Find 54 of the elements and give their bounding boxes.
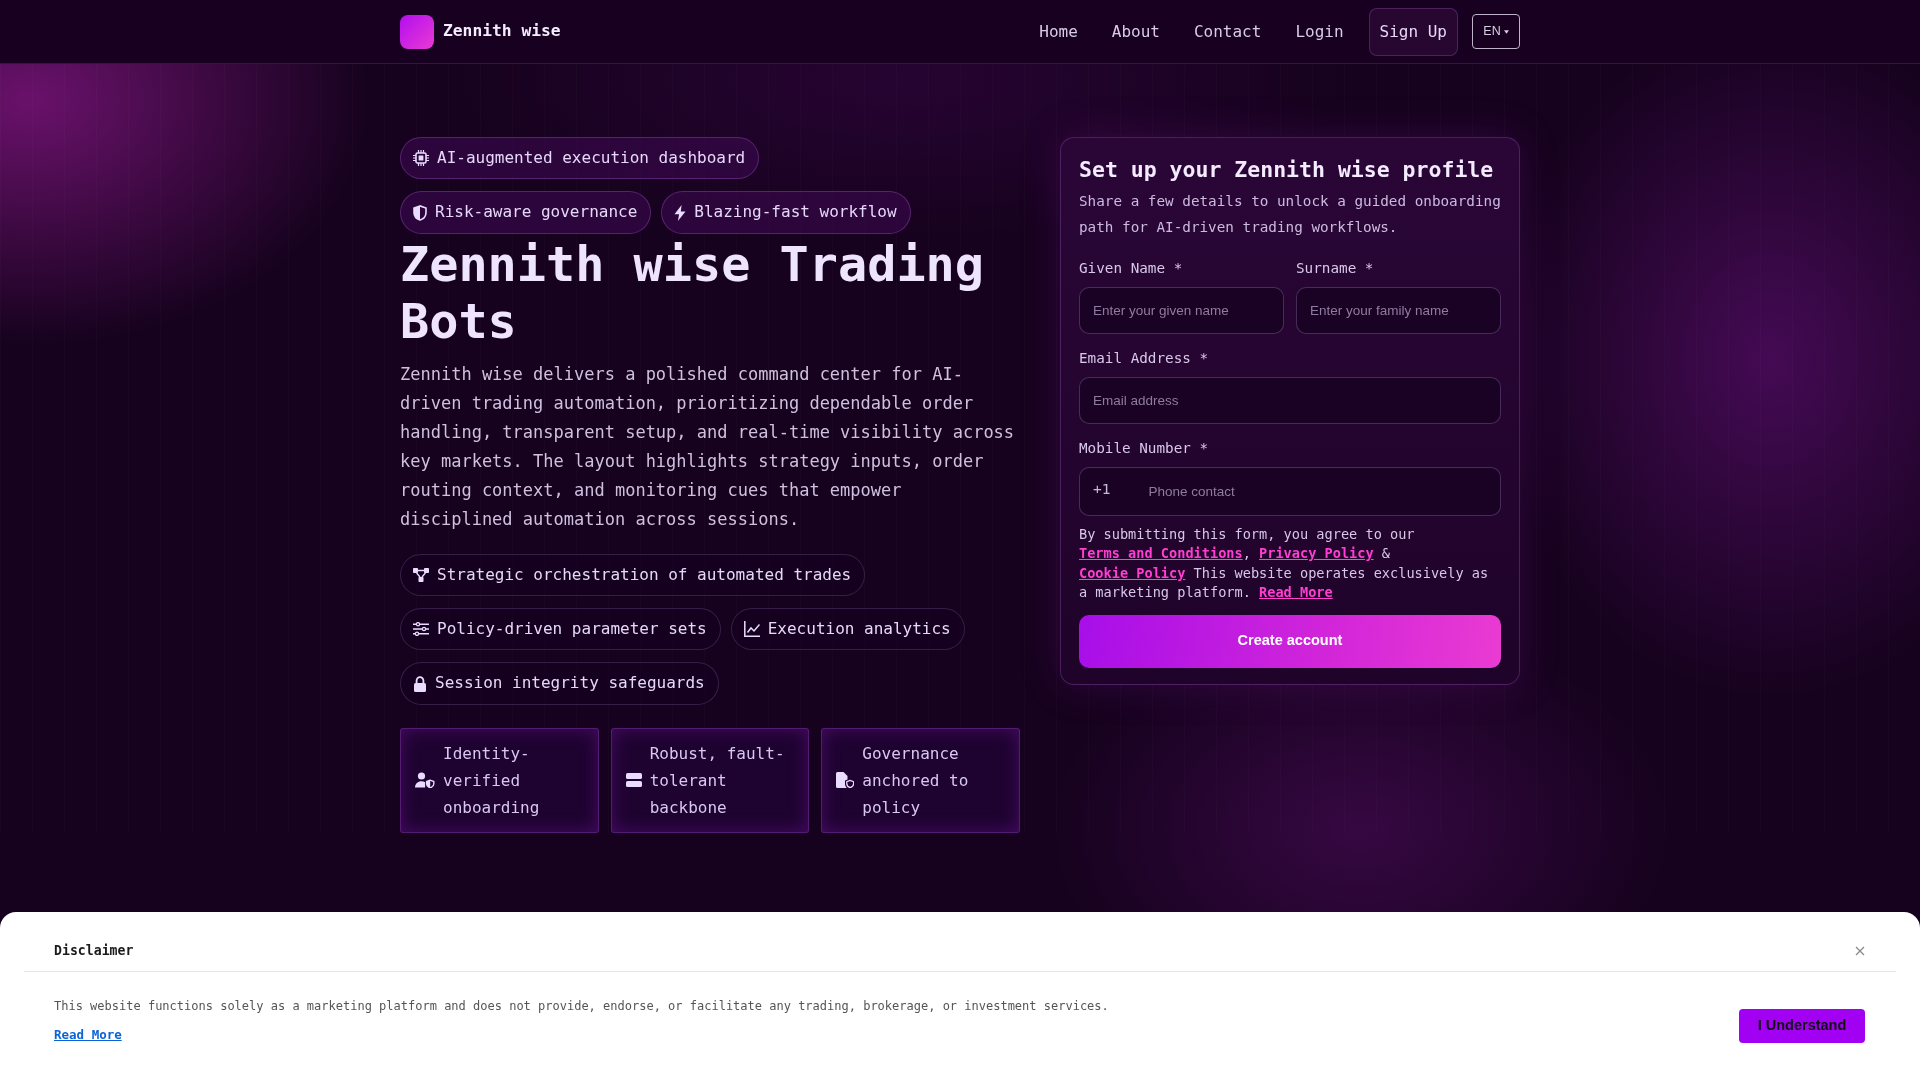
- lock-icon: [413, 675, 427, 692]
- lightning-icon: [674, 204, 687, 221]
- feature-label: Policy-driven parameter sets: [437, 617, 707, 640]
- document-shield-icon: [836, 772, 855, 789]
- nav-link[interactable]: About: [1106, 11, 1165, 52]
- form-title: Set up your Zennith wise profile: [1079, 156, 1495, 184]
- nav-link[interactable]: Login: [1290, 11, 1349, 52]
- hero-tag-label: AI-augmented execution dashboard: [437, 147, 746, 169]
- consent-link[interactable]: Privacy Policy: [1259, 545, 1374, 562]
- field-label: Email Address *: [1079, 349, 1210, 369]
- form-subtitle: Share a few details to unlock a guided onboarding path for AI-driven trading workflows.: [1079, 191, 1501, 237]
- user-shield-icon: [415, 772, 435, 789]
- input-field[interactable]: Enter your given name: [1079, 287, 1284, 335]
- disclaimer-text: This website functions solely as a marketing platform and does not provide, endorse, or facilitate any trading, brokerage, or investment services.: [54, 998, 1109, 1015]
- feature-label: Execution analytics: [767, 617, 951, 640]
- line-chart-icon: [743, 621, 760, 638]
- phone-input[interactable]: Phone contact: [1148, 476, 1487, 507]
- sliders-icon: [413, 622, 429, 637]
- hero-title: Zennith wise Trading Bots: [400, 235, 985, 352]
- input-field[interactable]: Email address: [1079, 377, 1501, 425]
- field-label: Given Name *: [1079, 259, 1184, 279]
- create-account-button[interactable]: Create account: [1079, 614, 1501, 668]
- hero-tag-label: Blazing-fast workflow: [694, 201, 897, 224]
- logo-icon: [400, 14, 434, 49]
- field-label: Surname *: [1296, 259, 1375, 279]
- highlight-text: Robust, fault-tolerant backbone: [649, 742, 786, 820]
- caret-icon: [1503, 29, 1509, 34]
- close-button[interactable]: [1855, 946, 1865, 956]
- input-field[interactable]: Enter your family name: [1296, 287, 1501, 335]
- language-button[interactable]: EN: [1472, 14, 1520, 49]
- consent-link[interactable]: Cookie Policy: [1079, 564, 1186, 581]
- read-more-link[interactable]: Read More: [54, 1026, 122, 1045]
- feature-label: Session integrity safeguards: [435, 672, 705, 695]
- country-code: +1: [1093, 480, 1111, 500]
- field-label: Mobile Number *: [1079, 439, 1210, 459]
- server-icon: [625, 773, 642, 788]
- highlight-text: Identity-verified onboarding: [443, 742, 541, 820]
- chip-icon: [413, 150, 429, 167]
- close-icon: [1855, 946, 1865, 956]
- nav-link[interactable]: Home: [1034, 11, 1083, 52]
- network-icon: [413, 567, 429, 582]
- sign-up-button[interactable]: Sign Up: [1368, 7, 1458, 56]
- phone-field[interactable]: +1 Phone contact: [1079, 467, 1501, 517]
- brand-link[interactable]: Zennith wise: [400, 14, 561, 49]
- consent-text: By submitting this form, you agree to our Terms and Conditions, Privacy Policy & Cookie Policy This website operates exclusively as a marketing platform. Read More: [1079, 525, 1490, 602]
- consent-link[interactable]: Terms and Conditions: [1079, 545, 1243, 562]
- feature-label: Strategic orchestration of automated trades: [437, 563, 852, 586]
- nav-link[interactable]: Contact: [1188, 11, 1267, 52]
- hero-tag-label: Risk-aware governance: [435, 201, 638, 224]
- disclaimer-title: Disclaimer: [54, 942, 134, 960]
- consent-link[interactable]: Read More: [1259, 583, 1333, 600]
- hero-description: Zennith wise delivers a polished command center for AI-driven trading automation, prioritizing dependable order handling, transparent setup, and real-time visibility across key markets. The layout highlights strategy inputs, order routing context, and monitoring cues that empower disciplined automation across sessions.: [400, 363, 1016, 531]
- highlight-text: Governance anchored to policy: [862, 742, 970, 820]
- shield-icon: [413, 204, 427, 221]
